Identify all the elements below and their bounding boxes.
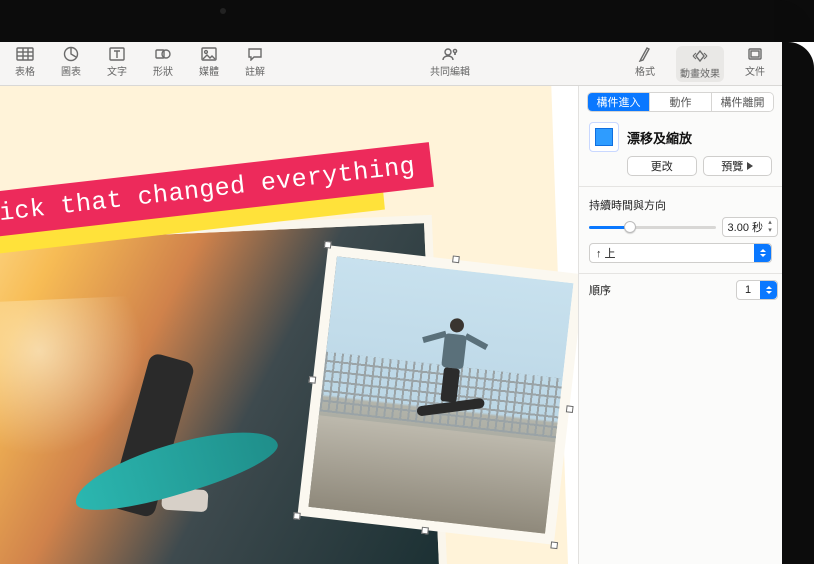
toolbar-collaborate[interactable]: 共同編輯	[430, 46, 470, 78]
toolbar-format[interactable]: 格式	[630, 46, 660, 82]
toolbar-chart-label: 圖表	[61, 63, 81, 78]
order-label: 順序	[589, 282, 730, 298]
duration-row: 3.00 秒 ▴▾	[579, 217, 782, 243]
preview-button[interactable]: 預覽	[703, 156, 773, 176]
toolbar-media[interactable]: 媒體	[194, 46, 224, 78]
duration-value: 3.00 秒	[728, 219, 763, 235]
toolbar-document[interactable]: 文件	[740, 46, 770, 82]
resize-handle-mr[interactable]	[566, 405, 574, 413]
tab-action[interactable]: 動作	[650, 93, 712, 111]
text-icon	[108, 46, 126, 62]
direction-select[interactable]: ↑ 上	[589, 243, 772, 263]
device-frame: 表格 圖表 文字 形狀 媒體	[0, 0, 814, 564]
toolbar-media-label: 媒體	[199, 63, 219, 78]
resize-handle-tm[interactable]	[452, 255, 460, 263]
duration-direction-label: 持續時間與方向	[579, 189, 782, 217]
camera-dot	[220, 8, 226, 14]
direction-value: ↑ 上	[596, 245, 616, 261]
select-arrow-icon	[754, 244, 771, 262]
toolbar-comment[interactable]: 註解	[240, 46, 270, 78]
toolbar-collaborate-label: 共同編輯	[430, 63, 470, 78]
collaborate-icon	[441, 46, 459, 62]
resize-handle-bl[interactable]	[293, 512, 301, 520]
toolbar-shape-label: 形狀	[153, 63, 173, 78]
change-effect-label: 更改	[651, 158, 673, 174]
document-icon	[746, 46, 764, 62]
change-effect-button[interactable]: 更改	[627, 156, 697, 176]
illustration-shoe	[161, 487, 208, 512]
toolbar: 表格 圖表 文字 形狀 媒體	[0, 42, 782, 86]
stepper-down-icon[interactable]: ▾	[765, 227, 775, 235]
tab-build-out[interactable]: 構件離開	[712, 93, 773, 111]
toolbar-document-label: 文件	[745, 63, 765, 78]
toolbar-table[interactable]: 表格	[10, 46, 40, 78]
resize-handle-bm[interactable]	[421, 527, 429, 535]
effect-swatch-fill	[595, 128, 613, 146]
shape-icon	[154, 46, 172, 62]
divider	[579, 186, 782, 187]
animate-icon	[691, 48, 709, 64]
play-icon	[747, 162, 753, 170]
resize-handle-tl[interactable]	[324, 241, 332, 249]
build-tabs: 構件進入 動作 構件離開	[587, 92, 774, 112]
divider	[579, 273, 782, 274]
content-area: e trick that changed everything	[0, 86, 782, 564]
duration-stepper[interactable]: ▴▾	[765, 219, 775, 235]
order-value: 1	[745, 284, 751, 296]
select-arrow-icon	[760, 281, 777, 299]
toolbar-group-center: 共同編輯	[430, 46, 470, 78]
toolbar-shape[interactable]: 形狀	[148, 46, 178, 78]
duration-slider[interactable]	[589, 219, 716, 235]
toolbar-group-right: 格式 動畫效果 文件	[630, 46, 774, 82]
toolbar-table-label: 表格	[15, 63, 35, 78]
stepper-up-icon[interactable]: ▴	[765, 219, 775, 227]
table-icon	[16, 46, 34, 62]
laptop-bezel-top	[0, 0, 814, 42]
toolbar-animate-label: 動畫效果	[680, 65, 720, 80]
selected-photo[interactable]	[297, 245, 578, 544]
comment-icon	[246, 46, 264, 62]
tab-build-in[interactable]: 構件進入	[588, 93, 650, 111]
toolbar-text-label: 文字	[107, 63, 127, 78]
animate-inspector: 構件進入 動作 構件離開 漂移及縮放 更改 預覽 持續時間與方向	[578, 86, 782, 564]
effect-name: 漂移及縮放	[627, 128, 692, 147]
direction-row: ↑ 上	[579, 243, 782, 271]
photo-skateboarder-small	[297, 245, 578, 544]
order-select[interactable]: 1	[736, 280, 778, 300]
effect-row: 漂移及縮放	[579, 116, 782, 154]
toolbar-animate[interactable]: 動畫效果	[676, 46, 724, 82]
effect-swatch[interactable]	[589, 122, 619, 152]
laptop-bezel-right	[782, 42, 814, 564]
preview-label: 預覽	[721, 158, 743, 174]
chart-icon	[62, 46, 80, 62]
duration-input[interactable]: 3.00 秒 ▴▾	[722, 217, 778, 237]
toolbar-text[interactable]: 文字	[102, 46, 132, 78]
resize-handle-ml[interactable]	[309, 376, 317, 384]
slide-canvas[interactable]: e trick that changed everything	[0, 86, 578, 564]
toolbar-format-label: 格式	[635, 63, 655, 78]
toolbar-comment-label: 註解	[245, 63, 265, 78]
resize-handle-br[interactable]	[550, 541, 558, 549]
media-icon	[200, 46, 218, 62]
toolbar-group-left: 表格 圖表 文字 形狀 媒體	[8, 46, 270, 78]
effect-buttons: 更改 預覽	[579, 154, 782, 184]
slider-thumb[interactable]	[624, 221, 636, 233]
format-icon	[636, 46, 654, 62]
keynote-window: 表格 圖表 文字 形狀 媒體	[0, 42, 782, 564]
toolbar-chart[interactable]: 圖表	[56, 46, 86, 78]
order-row: 順序 1	[579, 276, 782, 306]
